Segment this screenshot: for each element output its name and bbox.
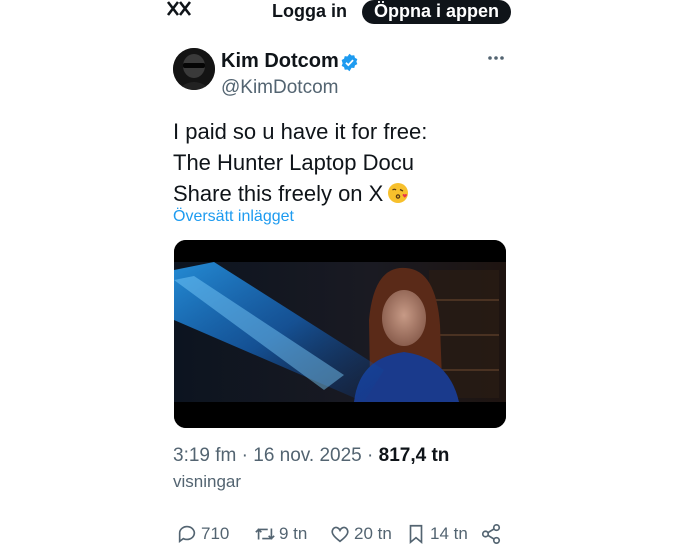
- heart-icon: [331, 526, 349, 543]
- repost-button[interactable]: 9 tn: [254, 523, 307, 545]
- tweet-line-3: Share this freely on X: [173, 178, 427, 209]
- video-thumbnail[interactable]: [174, 240, 506, 428]
- open-in-app-button[interactable]: Öppna i appen: [362, 0, 512, 24]
- reply-icon: [178, 525, 196, 543]
- author-name[interactable]: Kim Dotcom: [221, 50, 339, 73]
- views-label: visningar: [173, 472, 242, 491]
- view-count: 817,4 tn: [378, 445, 450, 466]
- tweet-line-1: I paid so u have it for free:: [173, 119, 428, 144]
- verified-badge-icon: [340, 53, 359, 72]
- login-link[interactable]: Logga in: [272, 1, 347, 22]
- meta-separator: ·: [236, 445, 254, 466]
- top-bar: Logga in Öppna i appen: [0, 0, 680, 30]
- more-options-icon[interactable]: [486, 48, 506, 68]
- share-button[interactable]: [480, 523, 505, 545]
- meta-separator-2: ·: [361, 445, 379, 466]
- like-count: 20 tn: [354, 524, 392, 543]
- kissing-face-emoji-icon: [387, 181, 409, 203]
- tweet-text: I paid so u have it for free: The Hunter…: [173, 116, 427, 209]
- like-button[interactable]: 20 tn: [329, 523, 392, 545]
- tweet-line-3-text: Share this freely on X: [173, 181, 384, 206]
- bookmark-count: 14 tn: [430, 524, 468, 543]
- share-icon: [481, 524, 501, 544]
- avatar[interactable]: [173, 48, 215, 90]
- tweet-line-2: The Hunter Laptop Docu: [173, 150, 414, 175]
- repost-count: 9 tn: [279, 524, 308, 543]
- bookmark-icon: [409, 524, 423, 545]
- reply-count: 710: [201, 524, 230, 543]
- action-bar: 710 9 tn 20 tn 14 tn: [0, 523, 680, 551]
- x-logo-icon[interactable]: [160, 0, 200, 24]
- bookmark-button[interactable]: 14 tn: [405, 523, 468, 545]
- tweet-meta: 3:19 fm · 16 nov. 2025 · 817,4 tn: [173, 445, 449, 467]
- reply-button[interactable]: 710: [176, 523, 229, 545]
- repost-icon: [255, 528, 275, 540]
- author-handle[interactable]: @KimDotcom: [221, 77, 338, 99]
- translate-post-link[interactable]: Översätt inlägget: [173, 208, 294, 226]
- tweet-time[interactable]: 3:19 fm: [173, 445, 236, 466]
- tweet-date[interactable]: 16 nov. 2025: [253, 445, 361, 466]
